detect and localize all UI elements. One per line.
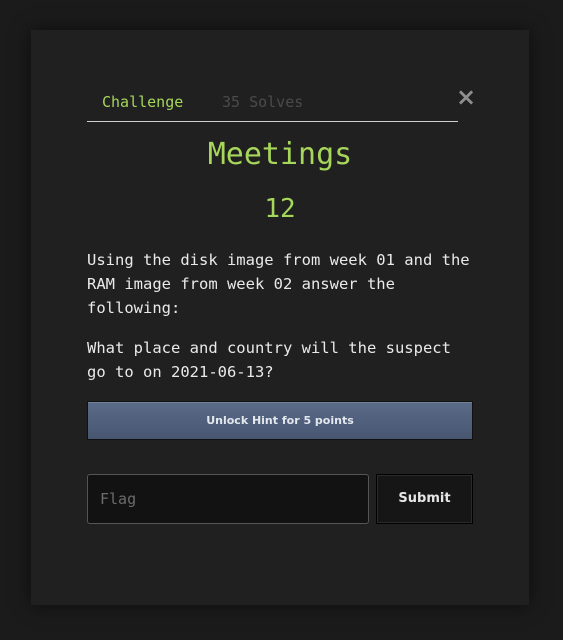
challenge-question-paragraph: What place and country will the suspect … <box>87 339 451 381</box>
tab-solves[interactable]: 35 Solves <box>222 94 303 110</box>
challenge-modal: Challenge 35 Solves × Meetings 12 Using … <box>31 30 529 605</box>
tab-challenge[interactable]: Challenge <box>102 94 183 110</box>
close-icon[interactable]: × <box>455 85 477 109</box>
modal-tabs: Challenge 35 Solves <box>87 88 458 122</box>
flag-input[interactable] <box>87 474 369 524</box>
challenge-description-paragraph: Using the disk image from week 01 and th… <box>87 251 470 317</box>
unlock-hint-button[interactable]: Unlock Hint for 5 points <box>87 401 473 440</box>
challenge-points: 12 <box>264 194 296 224</box>
submit-button[interactable]: Submit <box>376 474 473 524</box>
challenge-title: Meetings <box>207 137 353 172</box>
